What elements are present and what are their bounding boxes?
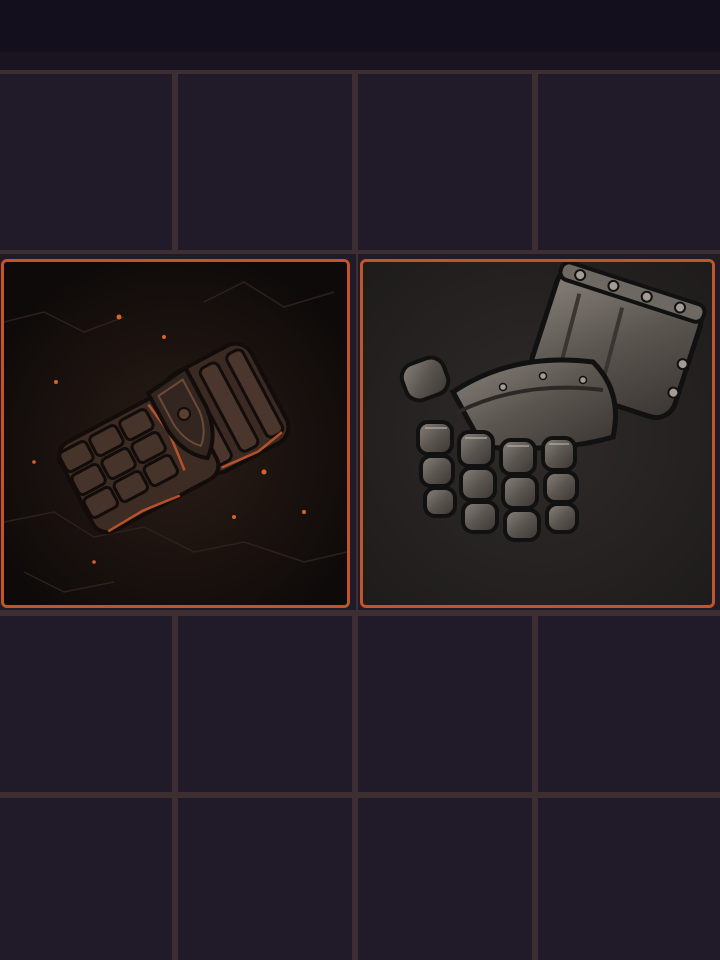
item-slot-iron-gauntlet[interactable] [360,259,715,608]
item-slot-ember-gauntlet[interactable] [1,259,350,608]
inventory-slot[interactable] [538,74,720,250]
inventory-slot[interactable] [538,798,720,960]
inventory-slot[interactable] [358,74,532,250]
gauntlet-icon [363,262,712,605]
inventory-slot[interactable] [0,798,172,960]
inventory-slot[interactable] [178,798,352,960]
top-bar [0,0,720,52]
inventory-slot[interactable] [0,74,172,250]
gauntlet-icon [4,262,347,605]
inventory-slot[interactable] [178,616,352,792]
inventory-slot[interactable] [358,616,532,792]
inventory-slot[interactable] [178,74,352,250]
inventory-slot[interactable] [358,798,532,960]
inventory-slot[interactable] [538,616,720,792]
top-divider [0,52,720,70]
inventory-slot[interactable] [0,616,172,792]
